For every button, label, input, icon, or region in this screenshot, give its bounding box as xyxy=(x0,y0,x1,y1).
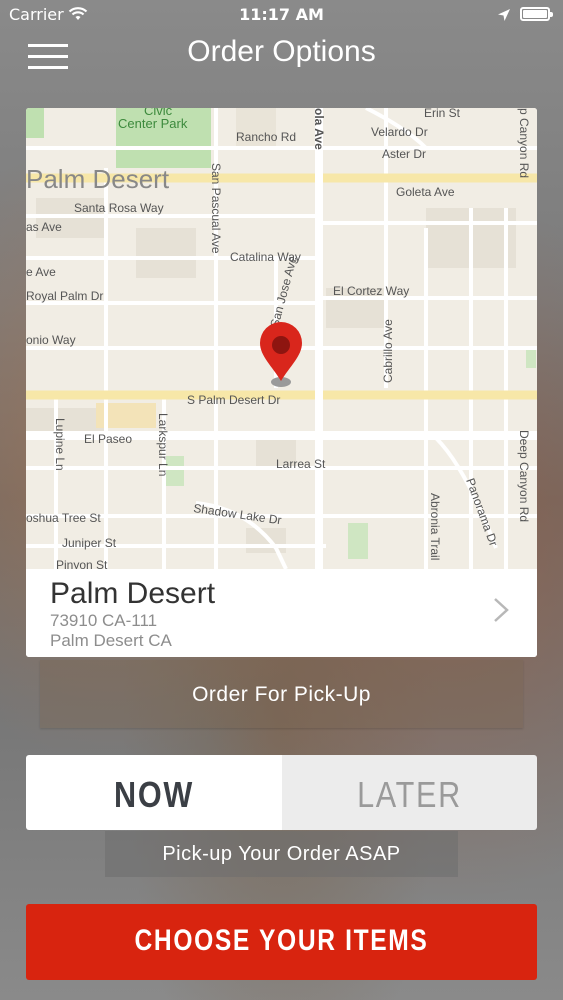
order-type-banner: Order For Pick-Up xyxy=(40,660,523,728)
map-label: El Paseo xyxy=(84,432,132,446)
map-label: e Ave xyxy=(26,265,56,279)
status-bar: Carrier 11:17 AM xyxy=(0,0,563,30)
map-label: Goleta Ave xyxy=(396,185,455,199)
later-option[interactable]: LATER xyxy=(282,755,537,830)
timing-description-banner: Pick-up Your Order ASAP xyxy=(105,831,458,877)
chevron-right-icon xyxy=(492,597,510,627)
timing-toggle: NOW LATER xyxy=(26,755,537,830)
map-label: Juniper St xyxy=(62,536,117,550)
map-label: El Cortez Way xyxy=(333,284,409,298)
now-option[interactable]: NOW xyxy=(26,755,282,830)
map-label: Larrea St xyxy=(276,457,326,471)
map-label: onio Way xyxy=(26,333,76,347)
map-label: Aster Dr xyxy=(382,147,426,161)
map-label: Pinyon St xyxy=(56,558,108,569)
location-address-line2: Palm Desert CA xyxy=(50,631,172,650)
map-label: Palm Desert xyxy=(26,164,170,194)
page-title: Order Options xyxy=(187,35,376,68)
map-label: Larkspur Ln xyxy=(156,413,170,476)
map-label: Santa Rosa Way xyxy=(74,201,164,215)
choose-items-button[interactable]: CHOOSE YOUR ITEMS xyxy=(26,904,537,980)
later-label: LATER xyxy=(357,774,462,815)
map-label: Center Park xyxy=(118,116,188,131)
map-label: Abronia Trail xyxy=(428,493,442,560)
map-label: as Ave xyxy=(26,220,62,234)
store-map[interactable]: Civic Center Park Palm Desert Rancho Rd … xyxy=(26,108,537,569)
map-label: San Pascual Ave xyxy=(209,163,223,254)
map-label: oshua Tree St xyxy=(26,511,101,525)
location-card: Civic Center Park Palm Desert Rancho Rd … xyxy=(26,108,537,657)
order-type-label: Order For Pick-Up xyxy=(192,683,371,706)
map-label: Deep Canyon Rd xyxy=(517,430,531,522)
map-label: S Palm Desert Dr xyxy=(187,393,280,407)
map-label: p Canyon Rd xyxy=(517,108,531,178)
selected-location[interactable]: Palm Desert 73910 CA-111 Palm Desert CA xyxy=(26,569,537,657)
battery-icon xyxy=(520,7,553,21)
choose-items-label: CHOOSE YOUR ITEMS xyxy=(134,924,429,957)
location-address-line1: 73910 CA-111 xyxy=(50,611,158,630)
map-label: Velardo Dr xyxy=(371,125,428,139)
now-label: NOW xyxy=(114,774,194,815)
location-name: Palm Desert xyxy=(50,577,216,610)
location-arrow-icon xyxy=(497,7,511,26)
timing-description: Pick-up Your Order ASAP xyxy=(162,843,401,865)
status-time: 11:17 AM xyxy=(239,5,324,24)
map-label: ola Ave xyxy=(312,108,326,150)
map-label: Royal Palm Dr xyxy=(26,289,103,303)
map-label: Cabrillo Ave xyxy=(381,319,395,383)
map-label: Lupine Ln xyxy=(53,418,67,471)
map-label: Rancho Rd xyxy=(236,130,296,144)
map-label: Erin St xyxy=(424,108,461,120)
